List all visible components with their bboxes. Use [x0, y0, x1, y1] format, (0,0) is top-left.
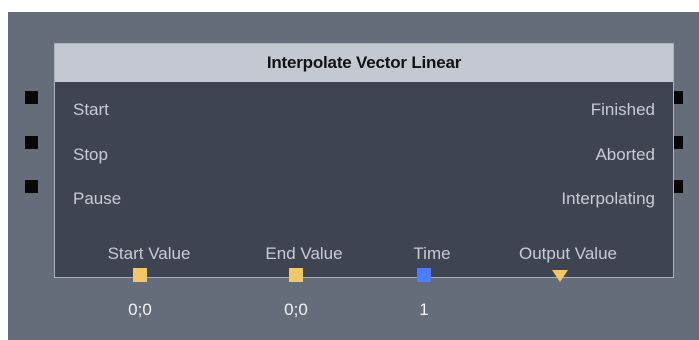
pause-exec-pin[interactable]	[25, 180, 38, 193]
output-label-interpolating: Interpolating	[561, 189, 655, 208]
data-label-end-value: End Value	[265, 244, 343, 263]
input-label-start: Start	[73, 100, 109, 119]
node-title[interactable]: Interpolate Vector Linear	[55, 44, 673, 82]
data-label-start-value: Start Value	[107, 244, 191, 263]
data-label-output-value: Output Value	[519, 244, 617, 263]
input-label-stop: Stop	[73, 145, 108, 164]
output-label-aborted: Aborted	[595, 145, 655, 164]
stop-exec-pin[interactable]	[25, 136, 38, 149]
input-label-pause: Pause	[73, 189, 122, 208]
end-value-pin[interactable]	[289, 268, 303, 282]
data-label-time: Time	[413, 244, 451, 263]
start-exec-pin[interactable]	[25, 91, 38, 104]
end-value-field[interactable]: 0;0	[284, 300, 308, 320]
time-pin[interactable]	[417, 268, 431, 282]
time-value-field[interactable]: 1	[419, 300, 428, 320]
output-triangle-icon[interactable]	[552, 270, 568, 282]
output-label-finished: Finished	[590, 100, 655, 119]
start-value-field[interactable]: 0;0	[128, 300, 152, 320]
start-value-pin[interactable]	[133, 268, 147, 282]
interpolate-node[interactable]: Interpolate Vector Linear Start Stop Pau…	[54, 43, 674, 278]
graph-canvas[interactable]: Interpolate Vector Linear Start Stop Pau…	[8, 12, 699, 340]
